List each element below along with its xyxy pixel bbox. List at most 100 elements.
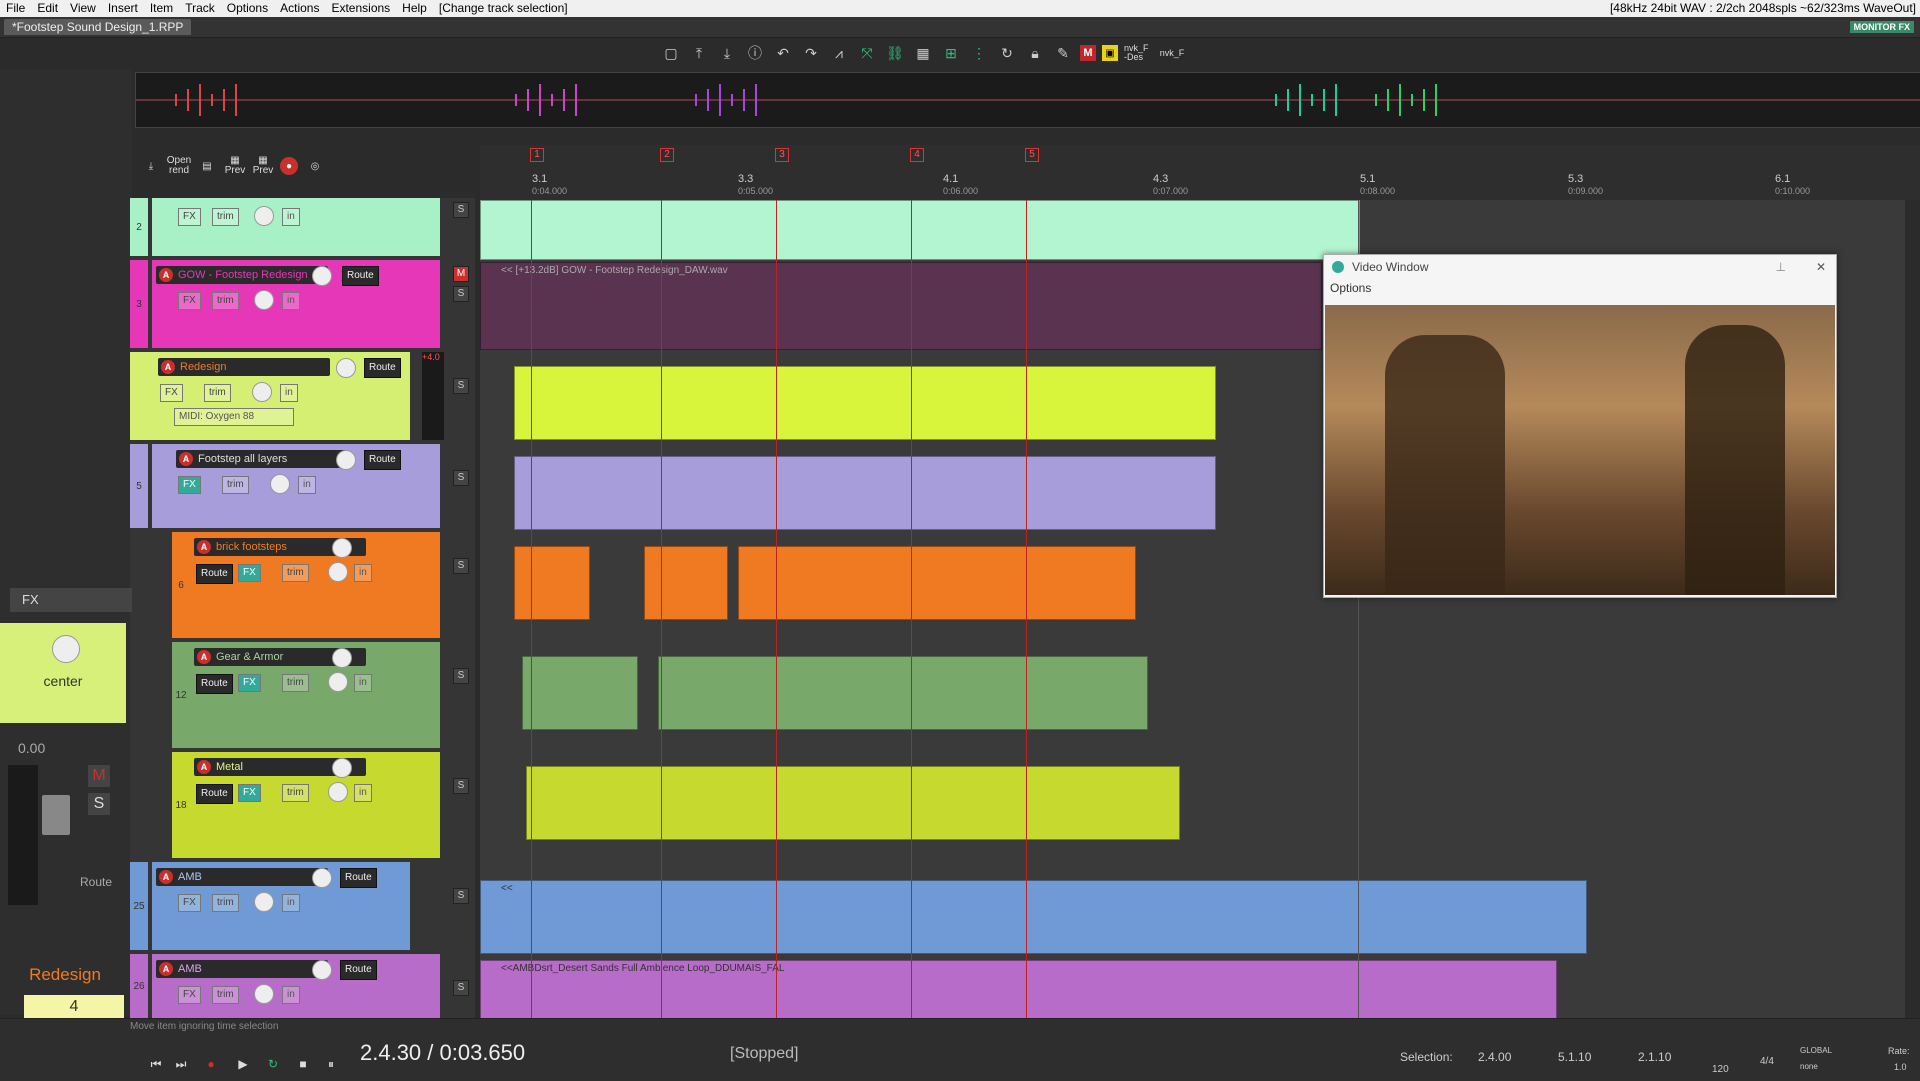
bpm-value[interactable]: 120 bbox=[1712, 1064, 1729, 1075]
transport-position[interactable]: 2.4.30 / 0:03.650 bbox=[360, 1040, 525, 1066]
nvk-design-button[interactable]: nvk_F -Des bbox=[1124, 42, 1152, 64]
marker-1[interactable]: 1 bbox=[530, 148, 544, 162]
input-button[interactable]: in bbox=[282, 986, 300, 1004]
save-project-icon[interactable]: ⤓ bbox=[716, 42, 738, 64]
menu-item[interactable]: Item bbox=[144, 0, 179, 17]
rate-value[interactable]: 1.0 bbox=[1894, 1062, 1907, 1072]
download-icon[interactable]: ⤓ bbox=[140, 155, 162, 177]
record-icon[interactable]: ● bbox=[280, 157, 298, 175]
track-12[interactable]: 12 A Gear & Armor Route FX trim in S bbox=[130, 642, 475, 748]
mute-button[interactable]: M bbox=[453, 266, 469, 282]
menu-help[interactable]: Help bbox=[396, 0, 433, 17]
volume-knob[interactable] bbox=[332, 538, 352, 558]
close-icon[interactable]: ✕ bbox=[1816, 255, 1826, 279]
audio-status[interactable]: [48kHz 24bit WAV : 2/2ch 2048spls ~62/32… bbox=[1610, 0, 1916, 17]
redo-icon[interactable]: ↷ bbox=[800, 42, 822, 64]
menu-file[interactable]: File bbox=[0, 0, 31, 17]
media-item-gear-1[interactable] bbox=[522, 656, 638, 730]
video-window[interactable]: Video Window ⊥ ✕ Options bbox=[1323, 254, 1837, 598]
timeline-ruler[interactable]: 1 2 3 4 5 3.1 0:04.000 3.3 0:05.000 4.1 … bbox=[480, 145, 1920, 200]
track-5[interactable]: 5 A Footstep all layers Route FX trim in … bbox=[130, 444, 475, 528]
menu-track[interactable]: Track bbox=[179, 0, 221, 17]
menu-extensions[interactable]: Extensions bbox=[325, 0, 396, 17]
volume-knob[interactable] bbox=[332, 758, 352, 778]
fx-button[interactable]: FX bbox=[238, 674, 261, 692]
media-item-amb-2[interactable]: <<AMBDsrt_Desert Sands Full Ambience Loo… bbox=[480, 960, 1557, 1018]
media-item-amb-1[interactable]: << bbox=[480, 880, 1587, 954]
route-button[interactable]: Route bbox=[342, 266, 379, 286]
route-button[interactable]: Route bbox=[196, 674, 233, 694]
fx-button[interactable]: FX bbox=[178, 208, 201, 226]
play-icon[interactable]: ▶ bbox=[232, 1053, 254, 1075]
pan-knob[interactable] bbox=[328, 562, 348, 582]
video-options-menu[interactable]: Options bbox=[1324, 279, 1836, 297]
track-name[interactable]: A GOW - Footstep Redesign bbox=[156, 266, 328, 284]
item-grouping-icon[interactable]: ⛓ bbox=[884, 42, 906, 64]
project-tab[interactable]: *Footstep Sound Design_1.RPP bbox=[4, 19, 192, 35]
marker-3[interactable]: 3 bbox=[775, 148, 789, 162]
media-item-footstep-all[interactable] bbox=[514, 456, 1216, 530]
track-4[interactable]: 4 ARedesign Route FX trim in MIDI: Oxyge… bbox=[130, 352, 475, 440]
marker-4[interactable]: 4 bbox=[910, 148, 924, 162]
menu-last-action[interactable]: [Change track selection] bbox=[433, 0, 574, 17]
route-button[interactable]: Route bbox=[364, 358, 401, 378]
track-18[interactable]: 18 A Metal Route FX trim in S bbox=[130, 752, 475, 858]
repeat-icon[interactable]: ↻ bbox=[262, 1053, 284, 1075]
volume-knob[interactable] bbox=[332, 648, 352, 668]
media-item-metal[interactable] bbox=[526, 766, 1180, 840]
volume-fader[interactable] bbox=[42, 795, 70, 835]
midi-input[interactable]: MIDI: Oxygen 88 bbox=[174, 408, 294, 426]
open-render-button[interactable]: Open rend bbox=[167, 155, 191, 177]
trim-button[interactable]: trim bbox=[212, 894, 239, 912]
volume-knob[interactable] bbox=[312, 266, 332, 286]
go-end-icon[interactable]: ⏭ bbox=[170, 1053, 192, 1075]
nvk-folder-button[interactable]: nvk_F bbox=[1158, 42, 1186, 64]
input-button[interactable]: in bbox=[354, 784, 372, 802]
solo-button[interactable]: S bbox=[453, 470, 469, 486]
track-count-field[interactable]: 4 bbox=[24, 995, 124, 1019]
media-item-brick-1[interactable] bbox=[514, 546, 590, 620]
pan-knob[interactable] bbox=[252, 382, 272, 402]
track-name[interactable]: A Redesign bbox=[158, 358, 330, 376]
route-button[interactable]: Route bbox=[340, 960, 377, 980]
fx-button[interactable]: FX bbox=[178, 476, 201, 494]
input-button[interactable]: in bbox=[282, 208, 300, 226]
track-3[interactable]: 3 A GOW - Footstep Redesign Route FX trim… bbox=[130, 260, 475, 348]
fx-button[interactable]: FX bbox=[178, 292, 201, 310]
metronome-icon[interactable]: ⩘ bbox=[828, 42, 850, 64]
mute-button[interactable]: M bbox=[88, 765, 110, 787]
selection-length[interactable]: 2.1.10 bbox=[1638, 1050, 1671, 1064]
fx-button[interactable]: FX bbox=[178, 986, 201, 1004]
media-item-brick-2[interactable] bbox=[644, 546, 728, 620]
input-button[interactable]: in bbox=[282, 292, 300, 310]
ripple-edit-icon[interactable]: ⤧ bbox=[856, 42, 878, 64]
menu-actions[interactable]: Actions bbox=[274, 0, 325, 17]
envelope-icon[interactable]: ✎ bbox=[1052, 42, 1074, 64]
route-button[interactable]: Route bbox=[80, 875, 112, 889]
input-button[interactable]: in bbox=[282, 894, 300, 912]
input-button[interactable]: in bbox=[280, 384, 298, 402]
solo-button[interactable]: S bbox=[453, 378, 469, 394]
track-2[interactable]: 2 FX trim in S bbox=[130, 198, 475, 256]
media-item-redesign[interactable] bbox=[514, 366, 1216, 440]
media-item-gow[interactable]: << [+13.2dB] GOW - Footstep Redesign_DAW… bbox=[480, 262, 1322, 350]
vertical-scrollbar[interactable] bbox=[1906, 200, 1918, 1018]
volume-knob[interactable] bbox=[336, 450, 356, 470]
solo-button[interactable]: S bbox=[453, 778, 469, 794]
track-name[interactable]: A AMB bbox=[156, 868, 328, 886]
trim-button[interactable]: trim bbox=[282, 564, 309, 582]
trim-button[interactable]: trim bbox=[282, 784, 309, 802]
solo-button[interactable]: S bbox=[453, 558, 469, 574]
solo-button[interactable]: S bbox=[453, 888, 469, 904]
capture-icon[interactable]: ◎ bbox=[304, 155, 326, 177]
fx-button[interactable]: FX bbox=[160, 384, 183, 402]
solo-button[interactable]: S bbox=[453, 286, 469, 302]
track-6[interactable]: 6 Abrick footsteps Route FX trim in S bbox=[130, 532, 475, 638]
selection-end[interactable]: 5.1.10 bbox=[1558, 1050, 1591, 1064]
time-signature[interactable]: 4/4 bbox=[1760, 1056, 1774, 1067]
trim-button[interactable]: trim bbox=[212, 292, 239, 310]
solo-button[interactable]: S bbox=[88, 793, 110, 815]
global-label[interactable]: GLOBAL bbox=[1800, 1046, 1832, 1055]
monitor-fx-button[interactable]: MONITOR FX bbox=[1849, 21, 1914, 33]
overview-waveform[interactable] bbox=[135, 72, 1920, 128]
